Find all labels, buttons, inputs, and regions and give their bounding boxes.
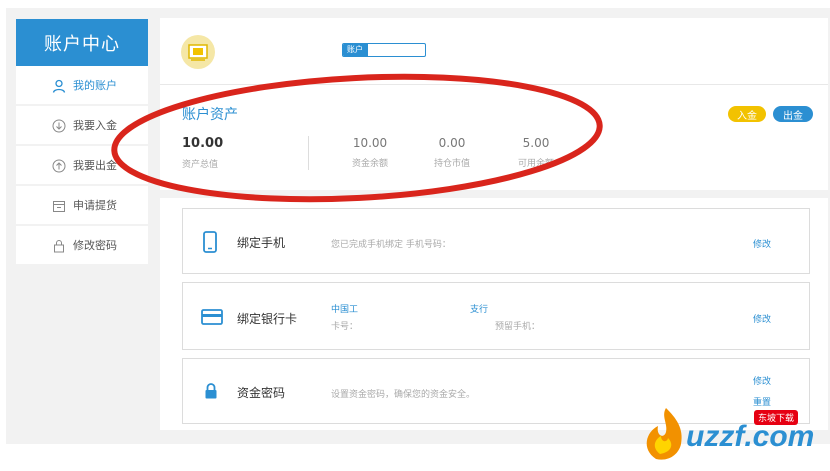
stat-value: 10.00 bbox=[352, 136, 388, 150]
calendar-icon bbox=[53, 201, 65, 212]
stat-label: 可用余额 bbox=[517, 159, 554, 169]
upload-circle-icon bbox=[52, 159, 66, 173]
sidebar-item-change-password[interactable]: 修改密码 bbox=[16, 226, 148, 266]
card-title: 绑定手机 bbox=[237, 236, 286, 250]
watermark-brand: uzzf.com bbox=[686, 420, 815, 453]
withdraw-button[interactable]: 出金 bbox=[773, 106, 813, 122]
watermark: uzzf.com 东坡下载 bbox=[636, 404, 830, 464]
account-progress-bar: 账户 bbox=[342, 43, 426, 57]
stat-total-assets: 10.00 资产总值 bbox=[182, 136, 223, 170]
sidebar-item-withdraw[interactable]: 我要出金 bbox=[16, 146, 148, 186]
card-desc: 设置资金密码，确保您的资金安全。 bbox=[331, 390, 476, 400]
stat-value: 0.00 bbox=[438, 136, 466, 150]
download-circle-icon bbox=[52, 119, 66, 133]
id-card-icon bbox=[188, 44, 208, 61]
sidebar-item-apply-delivery[interactable]: 申请提货 bbox=[16, 186, 148, 226]
stat-available-balance: 5.00 可用余额 bbox=[506, 136, 566, 169]
stat-value: 10.00 bbox=[182, 136, 224, 151]
stat-label: 持仓市值 bbox=[433, 159, 470, 169]
reserve-phone-label: 预留手机： bbox=[495, 322, 541, 332]
stat-label: 资产总值 bbox=[182, 160, 219, 170]
sidebar-item-label: 申请提货 bbox=[73, 199, 117, 212]
lock-icon bbox=[54, 240, 64, 253]
sidebar-title: 账户中心 bbox=[16, 19, 148, 66]
bank-card-icon bbox=[201, 309, 223, 325]
bank-name-suffix: 支行 bbox=[470, 305, 489, 315]
stat-fund-balance: 10.00 资金余额 bbox=[340, 136, 400, 169]
edit-bank-link[interactable]: 修改 bbox=[753, 312, 771, 325]
sidebar-item-label: 我的账户 bbox=[73, 79, 117, 92]
sidebar-item-deposit[interactable]: 我要入金 bbox=[16, 106, 148, 146]
progress-label: 账户 bbox=[347, 45, 363, 54]
divider bbox=[160, 84, 828, 85]
sidebar-item-label: 我要出金 bbox=[73, 159, 117, 172]
stat-value: 5.00 bbox=[522, 136, 550, 150]
bind-bank-card-card: 绑定银行卡 中国工 支行 卡号： 预留手机： 修改 bbox=[182, 282, 810, 350]
avatar bbox=[181, 35, 215, 69]
deposit-button[interactable]: 入金 bbox=[728, 106, 766, 122]
sidebar-item-my-account[interactable]: 我的账户 bbox=[16, 66, 148, 106]
edit-fund-password-link[interactable]: 修改 bbox=[753, 374, 771, 387]
lock-icon bbox=[205, 383, 217, 399]
stat-position-value: 0.00 持仓市值 bbox=[422, 136, 482, 169]
stat-label: 资金余额 bbox=[351, 159, 388, 169]
card-title: 绑定银行卡 bbox=[237, 312, 298, 326]
masked-text bbox=[358, 302, 471, 312]
bind-phone-card: 绑定手机 您已完成手机绑定 手机号码： 修改 bbox=[182, 208, 810, 274]
sidebar: 账户中心 我的账户 我要入金 我要出金 申请提货 修改密码 bbox=[16, 19, 148, 266]
sidebar-item-label: 我要入金 bbox=[73, 119, 117, 132]
sidebar-item-label: 修改密码 bbox=[73, 239, 117, 252]
card-desc: 您已完成手机绑定 手机号码： bbox=[331, 240, 451, 250]
main-panel: 账户 账户资产 入金 出金 10.00 资产总值 10.00 资金余额 0.00… bbox=[160, 18, 828, 430]
section-gap bbox=[160, 190, 828, 198]
divider bbox=[308, 136, 309, 170]
card-title: 资金密码 bbox=[237, 386, 286, 400]
bank-name-prefix: 中国工 bbox=[331, 305, 359, 315]
card-number-label: 卡号： bbox=[331, 322, 359, 332]
edit-phone-link[interactable]: 修改 bbox=[753, 237, 771, 250]
phone-icon bbox=[203, 231, 217, 253]
watermark-badge: 东坡下载 bbox=[754, 410, 799, 425]
user-icon bbox=[52, 79, 66, 93]
assets-title: 账户资产 bbox=[182, 107, 238, 123]
bank-name-line: 中国工 支行 bbox=[331, 302, 488, 315]
